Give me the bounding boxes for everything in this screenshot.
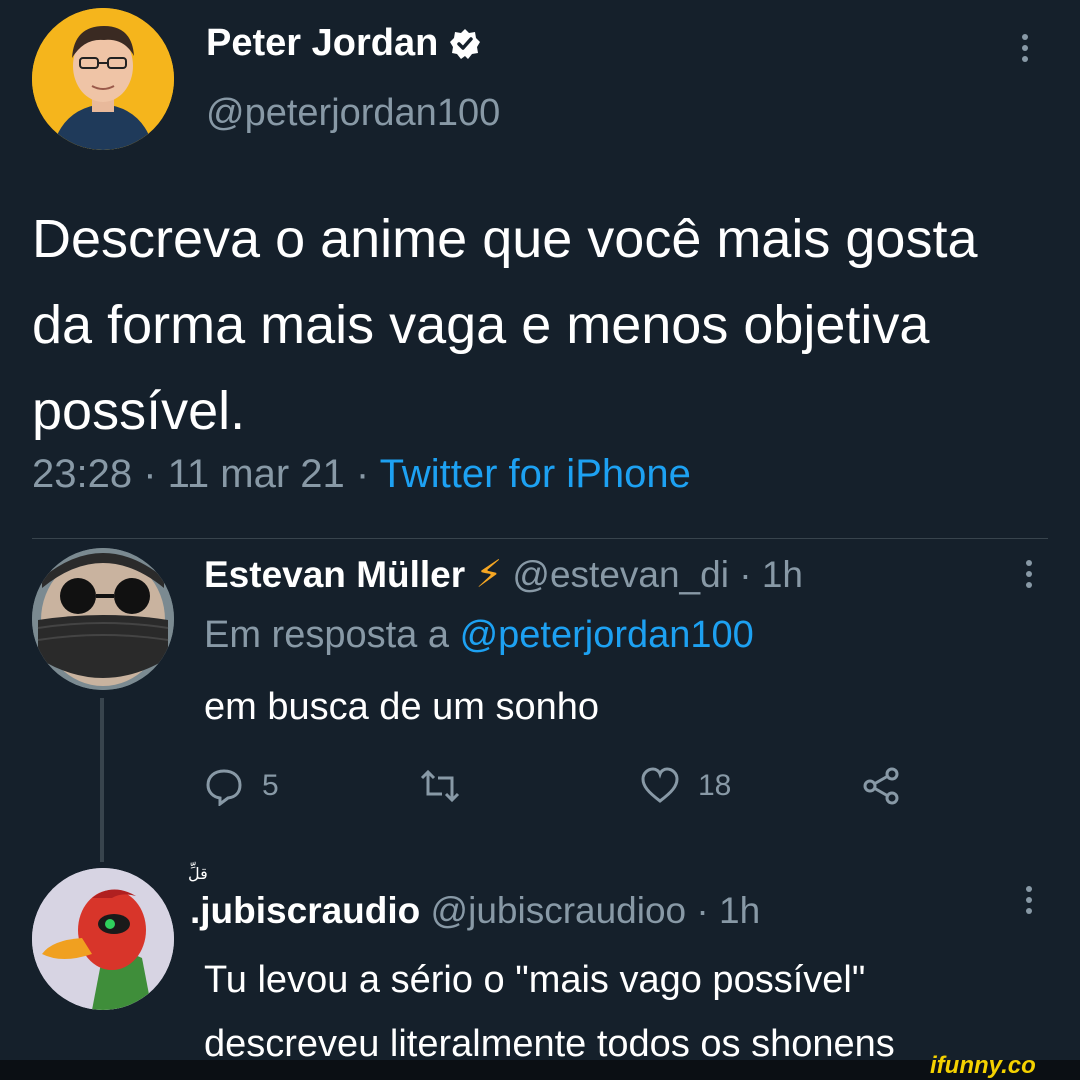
reply-author-name[interactable]: .jubiscraudio bbox=[190, 890, 420, 931]
like-button[interactable]: 18 bbox=[640, 766, 731, 806]
reply-avatar[interactable] bbox=[32, 868, 174, 1010]
reply-icon bbox=[206, 769, 242, 806]
in-reply-to-label: Em resposta a bbox=[204, 614, 460, 656]
reply-handle-time[interactable]: @estevan_di · 1h bbox=[512, 554, 803, 595]
tweet-source-link[interactable]: Twitter for iPhone bbox=[380, 452, 691, 496]
more-options-icon[interactable] bbox=[1026, 560, 1034, 593]
ifunny-watermark: ifunny.co bbox=[930, 1052, 1036, 1079]
reply-header: .jubiscraudio @jubiscraudioo · 1h bbox=[190, 890, 760, 932]
in-reply-to-mention[interactable]: @peterjordan100 bbox=[460, 614, 754, 656]
reply-button[interactable]: 5 bbox=[204, 766, 279, 806]
tweet-text: Descreva o anime que você mais gosta da … bbox=[32, 209, 978, 441]
like-count: 18 bbox=[698, 769, 732, 802]
reply-author-name[interactable]: Estevan Müller bbox=[204, 554, 465, 595]
reply-avatar[interactable] bbox=[32, 548, 174, 690]
share-icon bbox=[863, 767, 899, 805]
thread-line bbox=[100, 698, 104, 862]
reply-header: Estevan Müller ⚡ @estevan_di · 1h bbox=[204, 552, 803, 597]
reply-text: em busca de um sonho bbox=[204, 686, 600, 728]
retweet-button[interactable] bbox=[418, 766, 462, 806]
retweet-icon bbox=[420, 769, 460, 803]
share-button[interactable] bbox=[860, 766, 904, 806]
reply-text-line: Tu levou a sério o "mais vago possível" bbox=[204, 959, 866, 1001]
author-handle[interactable]: @peterjordan100 bbox=[206, 92, 500, 135]
tweet-timestamp: 23:28 · 11 mar 21 · bbox=[32, 452, 380, 496]
divider bbox=[32, 538, 1048, 539]
avatar[interactable] bbox=[32, 8, 174, 150]
reply-handle-time[interactable]: @jubiscraudioo · 1h bbox=[431, 890, 761, 931]
verified-badge-icon bbox=[448, 27, 482, 61]
watermark-bar bbox=[0, 1060, 1080, 1080]
lightning-icon: ⚡ bbox=[475, 554, 503, 596]
reply-count: 5 bbox=[262, 769, 279, 802]
author-name-text[interactable]: Peter Jordan bbox=[206, 22, 438, 65]
tweet-actions: 5 18 bbox=[204, 766, 904, 812]
heart-icon bbox=[641, 767, 679, 803]
author-name[interactable]: Peter Jordan bbox=[206, 22, 482, 65]
tweet-meta: 23:28 · 11 mar 21 · Twitter for iPhone bbox=[32, 452, 691, 497]
more-options-icon[interactable] bbox=[1022, 34, 1030, 67]
name-decoration: قلِّ bbox=[188, 866, 208, 883]
in-reply-to: Em resposta a @peterjordan100 bbox=[204, 614, 754, 657]
more-options-icon[interactable] bbox=[1026, 886, 1034, 919]
